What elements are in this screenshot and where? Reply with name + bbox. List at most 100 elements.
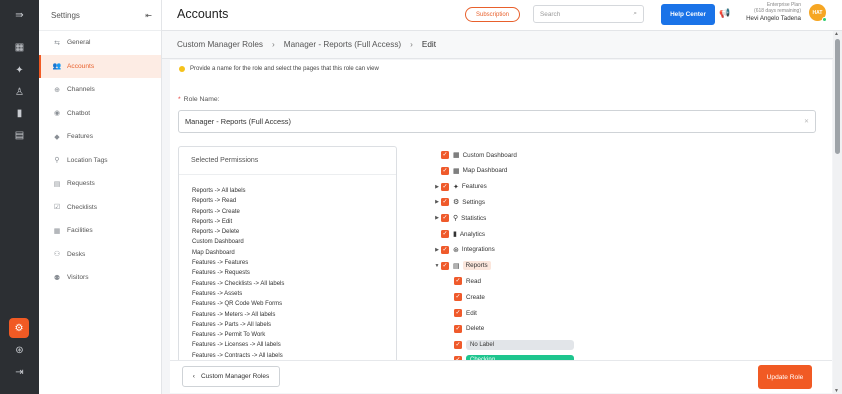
location-tags-icon: ⚲ <box>54 157 60 165</box>
tree-node[interactable]: ▶ ✓ ⚙ Settings <box>433 195 485 209</box>
checkbox-checked[interactable]: ✓ <box>454 340 462 349</box>
sidebar-item-facilities[interactable]: ▦ Facilities <box>39 219 161 243</box>
plan-info: Enterprise Plan (618 days remaining) Hev… <box>727 2 801 22</box>
sidebar-item-visitors[interactable]: ⚉ Visitors <box>39 266 161 290</box>
tree-node-icon: ▦ <box>453 152 460 159</box>
subscription-button[interactable]: Subscription <box>465 7 520 22</box>
permission-list-item: Features -> Requests <box>192 270 250 277</box>
checkbox-checked[interactable]: ✓ <box>441 245 449 254</box>
expand-menu-icon[interactable]: ⇛ <box>0 5 39 25</box>
scroll-down-icon[interactable]: ▼ <box>834 388 839 394</box>
help-center-button[interactable]: Help Center <box>661 4 715 25</box>
analytics-icon[interactable]: ▮ <box>0 103 39 123</box>
tree-node[interactable]: ✓ Create <box>454 290 485 304</box>
caret-right-icon[interactable]: ▶ <box>433 247 441 253</box>
breadcrumb-current: Edit <box>421 40 436 49</box>
scrollbar-thumb[interactable] <box>835 39 840 154</box>
tree-node-icon: ▮ <box>453 231 457 238</box>
tree-node[interactable]: ✓ ▦ Custom Dashboard <box>433 148 517 162</box>
checkbox-checked[interactable]: ✓ <box>441 261 449 270</box>
logout-icon[interactable]: ⇥ <box>0 362 39 382</box>
permission-list-item: Reports -> Delete <box>192 229 240 236</box>
permission-list-item: Features -> Licenses -> All labels <box>192 342 281 349</box>
permission-tree: ✓ ▦ Custom Dashboard ✓ ▦ Map Dashboard ▶ ✓ ✦ Feat… <box>433 146 648 364</box>
sidebar-item-features[interactable]: ◆ Features <box>39 125 161 149</box>
permission-list-item: Features -> Parts -> All labels <box>192 321 272 328</box>
statistics-icon[interactable]: ♙ <box>0 82 39 102</box>
sidebar-item-label: Location Tags <box>67 156 108 164</box>
breadcrumb-root[interactable]: Custom Manager Roles <box>177 40 263 49</box>
role-name-input[interactable]: Manager - Reports (Full Access) ✕ <box>178 110 816 133</box>
checkbox-checked[interactable]: ✓ <box>441 214 449 223</box>
tree-node[interactable]: ✓ Read <box>454 274 481 288</box>
required-asterisk: * <box>178 96 181 103</box>
tree-node[interactable]: ✓ ▦ Map Dashboard <box>433 164 507 178</box>
form-footer: ‹ Custom Manager Roles Update Role <box>170 360 832 393</box>
sidebar-item-desks[interactable]: ⚇ Desks <box>39 243 161 267</box>
tree-node-label: Custom Dashboard <box>462 151 517 159</box>
caret-down-icon[interactable]: ▼ <box>433 263 441 269</box>
avatar-initials: HAT <box>812 9 823 16</box>
tree-node-label: Map Dashboard <box>462 167 508 175</box>
tree-node[interactable]: ▼ ✓ ▤ Reports <box>433 259 491 273</box>
sidebar-item-chatbot[interactable]: ◉ Chatbot <box>39 102 161 126</box>
features-icon[interactable]: ✦ <box>0 60 39 80</box>
edit-role-card: Provide a name for the role and select t… <box>170 60 832 393</box>
tree-node[interactable]: ▶ ✓ ⚲ Statistics <box>433 211 486 225</box>
tree-node[interactable]: ▶ ✓ ⊛ Integrations <box>433 243 495 257</box>
tree-node[interactable]: ✓ ▮ Analytics <box>433 227 485 241</box>
tree-node-icon: ▤ <box>453 262 460 270</box>
search-input[interactable]: Search ⌕ <box>533 5 644 23</box>
user-name[interactable]: Hevi Angelo Tadena <box>727 15 801 23</box>
checkbox-checked[interactable]: ✓ <box>454 309 462 317</box>
permission-list-item: Features -> Features <box>192 260 249 267</box>
checkbox-checked[interactable]: ✓ <box>441 166 449 175</box>
settings-sidebar: Settings ⇤ ⇆ General 👥 Accounts ⊕ Channels ◉ Ch… <box>39 0 162 394</box>
clear-icon[interactable]: ✕ <box>804 118 809 125</box>
sidebar-title: Settings <box>51 10 80 20</box>
features-icon: ◆ <box>54 133 60 141</box>
tree-node[interactable]: ✓ No Label <box>454 338 574 352</box>
checklists-icon: ☑ <box>53 204 61 212</box>
caret-right-icon[interactable]: ▶ <box>433 184 441 190</box>
page-title: Accounts <box>177 7 229 21</box>
tree-node-label: Read <box>466 277 482 285</box>
sidebar-item-accounts[interactable]: 👥 Accounts <box>39 54 161 78</box>
sidebar-item-label: Features <box>67 133 94 141</box>
caret-right-icon[interactable]: ▶ <box>433 215 441 221</box>
dashboard-icon[interactable]: ▦ <box>0 37 39 57</box>
tree-node[interactable]: ✓ Edit <box>454 306 477 320</box>
selected-permissions-panel: Selected Permissions Reports -> All labe… <box>178 146 397 364</box>
tree-node[interactable]: ✓ Delete <box>454 322 484 336</box>
breadcrumb-parent[interactable]: Manager - Reports (Full Access) <box>284 40 401 49</box>
checkbox-checked[interactable]: ✓ <box>441 182 449 191</box>
sidebar-item-requests[interactable]: ▤ Requests <box>39 172 161 196</box>
settings-icon[interactable]: ⚙ <box>9 318 29 338</box>
collapse-icon[interactable]: ⇤ <box>145 11 152 20</box>
requests-icon: ▤ <box>53 180 61 188</box>
tree-node[interactable]: ▶ ✓ ✦ Features <box>433 180 487 194</box>
caret-right-icon[interactable]: ▶ <box>433 199 441 205</box>
search-icon[interactable]: ⌕ <box>633 10 637 18</box>
checkbox-checked[interactable]: ✓ <box>441 198 449 207</box>
checkbox-checked[interactable]: ✓ <box>441 230 449 238</box>
sidebar-item-checklists[interactable]: ☑ Checklists <box>39 196 161 220</box>
checkbox-checked[interactable]: ✓ <box>441 151 449 159</box>
sidebar-item-location-tags[interactable]: ⚲ Location Tags <box>39 149 161 173</box>
sidebar-item-channels[interactable]: ⊕ Channels <box>39 78 161 102</box>
tree-node-label: Delete <box>466 325 485 333</box>
sidebar-item-general[interactable]: ⇆ General <box>39 31 161 55</box>
info-message: Provide a name for the role and select t… <box>179 66 379 72</box>
documents-icon[interactable]: ▤ <box>0 125 39 145</box>
scroll-up-icon[interactable]: ▲ <box>834 31 839 37</box>
breadcrumb: Custom Manager Roles › Manager - Reports… <box>162 31 842 59</box>
checkbox-checked[interactable]: ✓ <box>454 324 462 333</box>
avatar[interactable]: HAT <box>809 4 827 22</box>
checkbox-checked[interactable]: ✓ <box>454 293 462 302</box>
update-role-button[interactable]: Update Role <box>758 365 812 389</box>
page-scrollbar[interactable]: ▲ ▼ <box>833 31 842 394</box>
integrations-icon[interactable]: ⊛ <box>0 340 39 360</box>
permission-list-item: Features -> Assets <box>192 290 243 297</box>
back-to-roles-button[interactable]: ‹ Custom Manager Roles <box>182 366 280 387</box>
checkbox-checked[interactable]: ✓ <box>454 277 462 286</box>
